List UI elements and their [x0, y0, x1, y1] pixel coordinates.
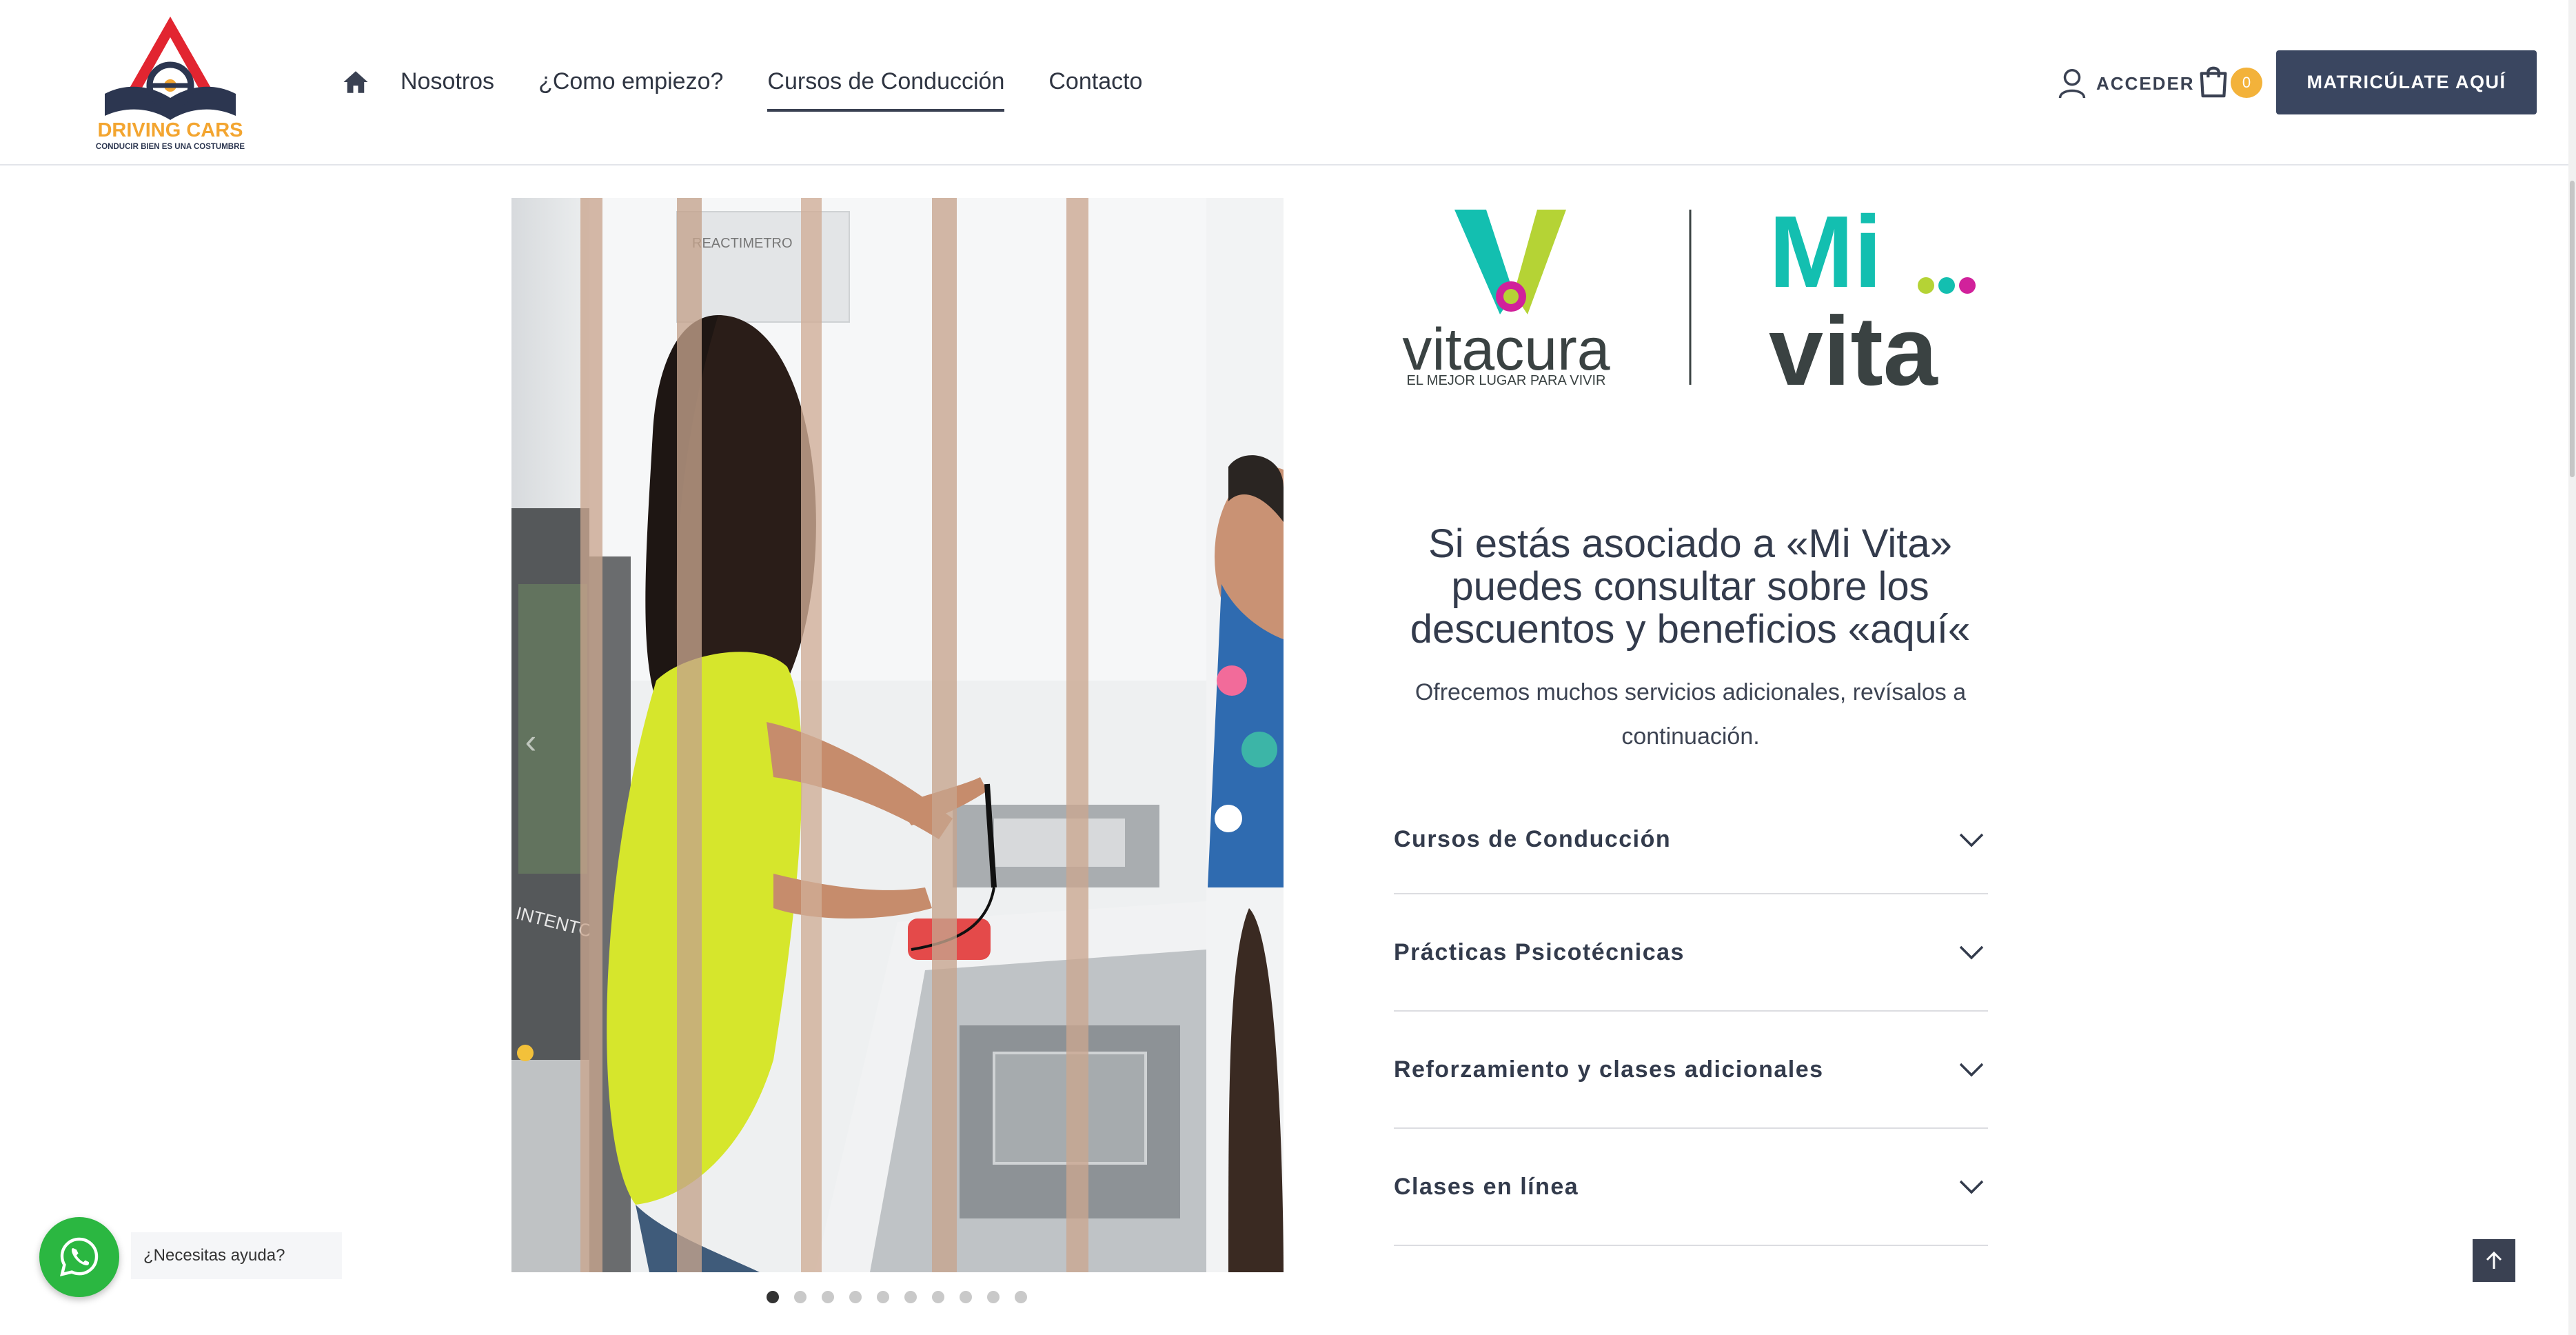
accordion-item-psicotecnicas[interactable]: Prácticas Psicotécnicas — [1394, 894, 1988, 1012]
scrollbar-thumb[interactable] — [2570, 181, 2575, 477]
site-header: DRIVING CARS CONDUCIR BIEN ES UNA COSTUM… — [0, 0, 2576, 165]
home-icon[interactable] — [341, 66, 370, 98]
carousel-dot[interactable] — [849, 1291, 862, 1303]
carousel-dot[interactable] — [822, 1291, 834, 1303]
nav-item-nosotros[interactable]: Nosotros — [400, 68, 494, 105]
benefits-headline: Si estás asociado a «Mi Vita» puedes con… — [1410, 521, 1971, 652]
carousel-dots — [767, 1291, 1042, 1303]
carousel-dot[interactable] — [767, 1291, 779, 1303]
carousel-dot[interactable] — [1015, 1291, 1027, 1303]
mi-vita-top: Mi — [1769, 204, 1882, 309]
cart-count-badge: 0 — [2231, 68, 2262, 98]
user-icon — [2058, 69, 2086, 99]
driving-cars-logo[interactable]: DRIVING CARS CONDUCIR BIEN ES UNA COSTUM… — [84, 12, 256, 154]
login-link[interactable]: ACCEDER — [2058, 68, 2195, 99]
carousel-track: INTENTOS REACTIMETRO — [511, 198, 1284, 1272]
carousel-prev-arrow[interactable]: ‹ — [511, 707, 550, 776]
login-label: ACCEDER — [2096, 72, 2195, 94]
whatsapp-tooltip: ¿Necesitas ayuda? — [131, 1232, 342, 1279]
chevron-down-icon — [1959, 1063, 1984, 1077]
whatsapp-icon — [59, 1237, 99, 1276]
cart-icon[interactable] — [2196, 63, 2231, 99]
carousel-dot[interactable] — [960, 1291, 972, 1303]
accordion-item-cursos[interactable]: Cursos de Conducción — [1394, 786, 1988, 894]
accordion-item-label: Clases en línea — [1394, 1173, 1579, 1200]
carousel-dot[interactable] — [904, 1291, 917, 1303]
services-subtext: Ofrecemos muchos servicios adicionales, … — [1414, 679, 1967, 750]
carousel-dot[interactable] — [932, 1291, 944, 1303]
partner-logos: vitacura EL MEJOR LUGAR PARA VIVIR Mi vi… — [1402, 204, 1976, 399]
accordion-item-clases-en-linea[interactable]: Clases en línea — [1394, 1129, 1988, 1246]
chevron-down-icon — [1959, 945, 1984, 960]
arrow-up-icon — [2486, 1251, 2502, 1269]
accordion-item-label: Reforzamiento y clases adicionales — [1394, 1056, 1824, 1083]
enroll-button[interactable]: MATRICÚLATE AQUÍ — [2276, 50, 2537, 114]
image-carousel[interactable]: INTENTOS REACTIMETRO — [511, 198, 1284, 1272]
mi-vita-bottom: vita — [1769, 297, 1938, 399]
whatsapp-button[interactable] — [39, 1217, 119, 1297]
chevron-down-icon — [1959, 1180, 1984, 1194]
main-nav: Nosotros ¿Como empiezo? Cursos de Conduc… — [341, 63, 1186, 112]
accordion-item-label: Prácticas Psicotécnicas — [1394, 938, 1685, 965]
accordion-item-label: Cursos de Conducción — [1394, 826, 1672, 852]
nav-item-como-empiezo[interactable]: ¿Como empiezo? — [538, 68, 723, 105]
accordion-item-reforzamiento[interactable]: Reforzamiento y clases adicionales — [1394, 1012, 1988, 1129]
nav-item-contacto[interactable]: Contacto — [1048, 68, 1142, 105]
carousel-dot[interactable] — [794, 1291, 807, 1303]
carousel-next-slide — [1206, 198, 1284, 1272]
chevron-down-icon — [1959, 833, 1984, 847]
carousel-dot[interactable] — [877, 1291, 889, 1303]
logo-brand-text: DRIVING CARS — [97, 119, 243, 141]
nav-item-cursos[interactable]: Cursos de Conducción — [767, 68, 1004, 112]
scroll-to-top-button[interactable] — [2473, 1239, 2515, 1282]
services-accordion: Cursos de Conducción Prácticas Psicotécn… — [1394, 786, 1988, 1246]
vitacura-logo: vitacura EL MEJOR LUGAR PARA VIVIR — [1402, 210, 1610, 388]
logo-tagline-text: CONDUCIR BIEN ES UNA COSTUMBRE — [96, 143, 245, 151]
mi-vita-logo: Mi vita — [1769, 204, 1976, 399]
vitacura-tagline: EL MEJOR LUGAR PARA VIVIR — [1407, 373, 1606, 388]
carousel-dot[interactable] — [987, 1291, 1000, 1303]
device-label: REACTIMETRO — [692, 236, 793, 251]
